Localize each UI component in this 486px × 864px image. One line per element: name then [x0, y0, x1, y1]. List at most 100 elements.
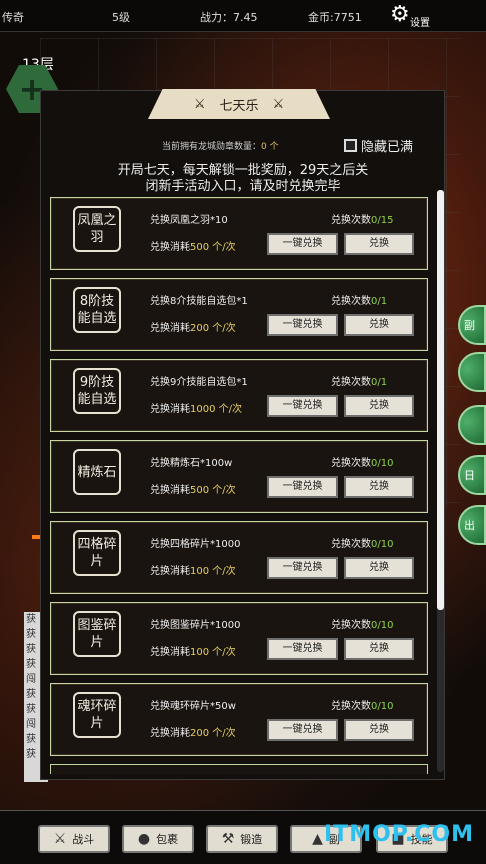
player-level: 5级 — [112, 11, 130, 24]
exchange-cost: 兑换消耗100 个/次 — [150, 643, 236, 658]
side-button-label: 日 — [464, 469, 475, 482]
exchange-button[interactable]: 兑换 — [344, 395, 414, 417]
times-label: 兑换次数 — [331, 296, 371, 307]
exchange-times: 兑换次数0/10 — [331, 616, 393, 631]
hide-full-checkbox[interactable] — [344, 139, 357, 152]
exchange-row: 四格碎片 兑换四格碎片*1000 兑换次数0/10 兑换消耗100 个/次 一键… — [50, 521, 428, 594]
gear-icon: ⚙ — [390, 2, 410, 27]
exchange-all-button[interactable]: 一键兑换 — [267, 557, 338, 579]
side-button-label: 副 — [464, 319, 475, 332]
item-icon-box: 9阶技能自选 — [73, 368, 121, 414]
event-description: 开局七天，每天解锁一批奖励，29天之后关 闭新手活动入口，请及时兑换完毕 — [60, 163, 426, 195]
exchange-item: 兑换凤凰之羽*10 — [150, 215, 228, 226]
crossed-swords-icon: ⚔ — [193, 96, 206, 112]
cost-value: 100 个/次 — [190, 647, 236, 658]
cost-value: 200 个/次 — [190, 728, 236, 739]
exchange-button[interactable]: 兑换 — [344, 638, 414, 660]
item-icon-box: 四格碎片 — [73, 530, 121, 576]
cost-label: 兑换消耗 — [150, 323, 190, 334]
cost-value: 200 个/次 — [190, 323, 236, 334]
item-icon-box: 凤凰之羽 — [73, 206, 121, 252]
exchange-button[interactable]: 兑换 — [344, 476, 414, 498]
exchange-button[interactable]: 兑换 — [344, 233, 414, 255]
item-icon-box: 精炼石 — [73, 449, 121, 495]
crossed-swords-icon: ⚔ — [272, 96, 285, 112]
exchange-cost: 兑换消耗100 个/次 — [150, 562, 236, 577]
times-value: 0/10 — [371, 620, 394, 631]
times-value: 0/15 — [371, 215, 394, 226]
cost-value: 1000 个/次 — [190, 404, 242, 415]
times-label: 兑换次数 — [331, 701, 371, 712]
exchange-item: 兑换图鉴碎片*1000 — [150, 620, 241, 631]
hammer-icon: ⚒ — [221, 831, 235, 847]
nav-forge-label: 锻造 — [240, 833, 263, 846]
scrollbar-thumb[interactable] — [437, 190, 444, 610]
exchange-cost: 兑换消耗1000 个/次 — [150, 400, 242, 415]
cost-label: 兑换消耗 — [150, 647, 190, 658]
exchange-row: 图鉴碎片 兑换图鉴碎片*1000 兑换次数0/10 兑换消耗100 个/次 一键… — [50, 602, 428, 675]
exchange-all-button[interactable]: 一键兑换 — [267, 638, 338, 660]
modal-title: 七天乐 — [219, 98, 259, 114]
times-label: 兑换次数 — [331, 539, 371, 550]
cost-value: 500 个/次 — [190, 242, 236, 253]
crossed-swords-icon: ⚔ — [53, 831, 67, 847]
hide-full-label: 隐藏已满 — [361, 140, 414, 155]
exchange-times: 兑换次数0/15 — [331, 211, 393, 226]
token-count: 当前拥有龙城勋章数量：0 个 — [162, 139, 279, 152]
nav-forge-button[interactable]: ⚒ 锻造 — [206, 825, 278, 853]
exchange-button[interactable]: 兑换 — [344, 314, 414, 336]
exchange-all-button[interactable]: 一键兑换 — [267, 476, 338, 498]
nav-battle-button[interactable]: ⚔ 战斗 — [38, 825, 110, 853]
exchange-times: 兑换次数0/10 — [331, 535, 393, 550]
token-label: 当前拥有龙城勋章数量： — [162, 142, 262, 152]
exchange-cost: 兑换消耗500 个/次 — [150, 481, 236, 496]
exchange-times: 兑换次数0/10 — [331, 697, 393, 712]
exchange-item: 兑换8介技能自选包*1 — [150, 296, 248, 307]
exchange-button[interactable]: 兑换 — [344, 719, 414, 741]
exchange-row: 魂环碎片 兑换魂环碎片*50w 兑换次数0/10 兑换消耗200 个/次 一键兑… — [50, 683, 428, 756]
list-scrollbar[interactable] — [437, 190, 444, 772]
description-line: 闭新手活动入口，请及时兑换完毕 — [145, 179, 341, 194]
times-label: 兑换次数 — [331, 377, 371, 388]
item-icon-box: 图鉴碎片 — [73, 611, 121, 657]
bottle-icon: ▲ — [312, 831, 323, 847]
exchange-item: 兑换四格碎片*1000 — [150, 539, 241, 550]
exchange-all-button[interactable]: 一键兑换 — [267, 719, 338, 741]
exchange-times: 兑换次数0/1 — [331, 292, 387, 307]
token-value: 0 个 — [261, 142, 279, 152]
progress-marker — [32, 535, 40, 539]
exchange-item: 兑换精炼石*100w — [150, 458, 233, 469]
nav-bag-button[interactable]: ● 包裹 — [122, 825, 194, 853]
exchange-row: 精炼石 兑换精炼石*100w 兑换次数0/10 兑换消耗500 个/次 一键兑换… — [50, 440, 428, 513]
times-value: 0/1 — [371, 296, 388, 307]
description-line: 开局七天，每天解锁一批奖励，29天之后关 — [117, 163, 369, 178]
times-value: 0/10 — [371, 458, 394, 469]
exchange-times: 兑换次数0/1 — [331, 373, 387, 388]
times-value: 0/10 — [371, 539, 394, 550]
exchange-cost: 兑换消耗200 个/次 — [150, 319, 236, 334]
exchange-all-button[interactable]: 一键兑换 — [267, 314, 338, 336]
settings-button[interactable]: ⚙ 设置 — [390, 2, 430, 30]
exchange-row: 凤凰之羽 兑换凤凰之羽*10 兑换次数0/15 兑换消耗500 个/次 一键兑换… — [50, 197, 428, 270]
exchange-list: 凤凰之羽 兑换凤凰之羽*10 兑换次数0/15 兑换消耗500 个/次 一键兑换… — [50, 197, 428, 774]
exchange-all-button[interactable]: 一键兑换 — [267, 395, 338, 417]
bag-icon: ● — [137, 831, 151, 847]
exchange-row: 9阶技能自选 兑换9介技能自选包*1 兑换次数0/1 兑换消耗1000 个/次 … — [50, 359, 428, 432]
nav-battle-label: 战斗 — [72, 833, 95, 846]
times-label: 兑换次数 — [331, 620, 371, 631]
hide-full-toggle[interactable]: 隐藏已满 — [344, 136, 413, 155]
exchange-item: 兑换9介技能自选包*1 — [150, 377, 248, 388]
game-title: 传奇 — [2, 11, 24, 24]
exchange-item: 兑换魂环碎片*50w — [150, 701, 236, 712]
cost-label: 兑换消耗 — [150, 728, 190, 739]
times-label: 兑换次数 — [331, 215, 371, 226]
cost-label: 兑换消耗 — [150, 242, 190, 253]
item-icon-box: 魂环碎片 — [73, 692, 121, 738]
item-icon-box: 8阶技能自选 — [73, 287, 121, 333]
exchange-all-button[interactable]: 一键兑换 — [267, 233, 338, 255]
nav-bag-label: 包裹 — [156, 833, 179, 846]
power-value: 战力：7.45 — [200, 11, 258, 24]
cost-label: 兑换消耗 — [150, 566, 190, 577]
cost-label: 兑换消耗 — [150, 485, 190, 496]
exchange-button[interactable]: 兑换 — [344, 557, 414, 579]
